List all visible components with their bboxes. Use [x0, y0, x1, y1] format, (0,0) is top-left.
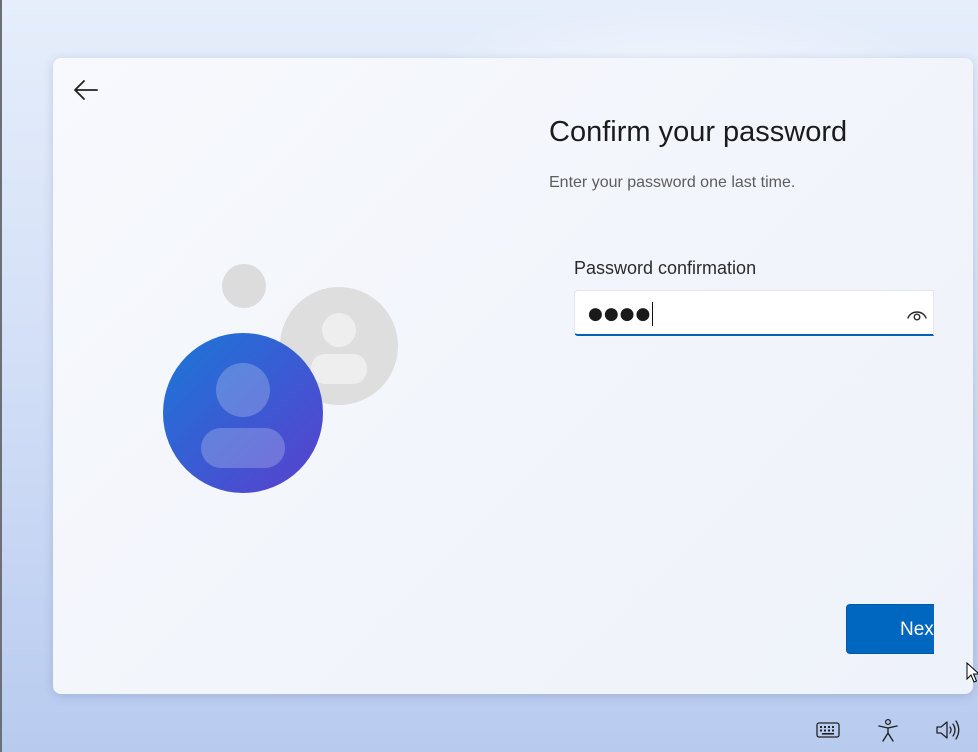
password-masked-value: ●●●● — [588, 302, 654, 326]
accessibility-button[interactable] — [874, 717, 902, 743]
primary-avatar — [163, 333, 323, 493]
accessibility-icon — [878, 718, 898, 742]
small-dot — [222, 264, 266, 308]
keyboard-icon — [816, 722, 840, 738]
back-arrow-icon — [74, 80, 98, 100]
back-button[interactable] — [69, 74, 103, 106]
page-subtitle: Enter your password one last time. — [549, 174, 796, 191]
eye-icon — [907, 311, 927, 321]
reveal-password-button[interactable] — [905, 303, 929, 325]
next-button[interactable]: Next — [846, 604, 934, 654]
mouse-pointer-icon — [966, 662, 978, 683]
screen-edge — [0, 0, 2, 752]
text-caret — [652, 302, 654, 326]
volume-button[interactable] — [934, 717, 962, 743]
keyboard-button[interactable] — [814, 717, 842, 743]
password-confirmation-field[interactable]: ●●●● — [574, 290, 934, 336]
volume-icon — [936, 720, 960, 740]
page-title: Confirm your password — [549, 116, 848, 148]
user-accounts-illustration — [163, 264, 398, 493]
password-confirmation-label: Password confirmation — [574, 258, 757, 278]
setup-dialog: Confirm your password Enter your passwor… — [53, 58, 973, 694]
